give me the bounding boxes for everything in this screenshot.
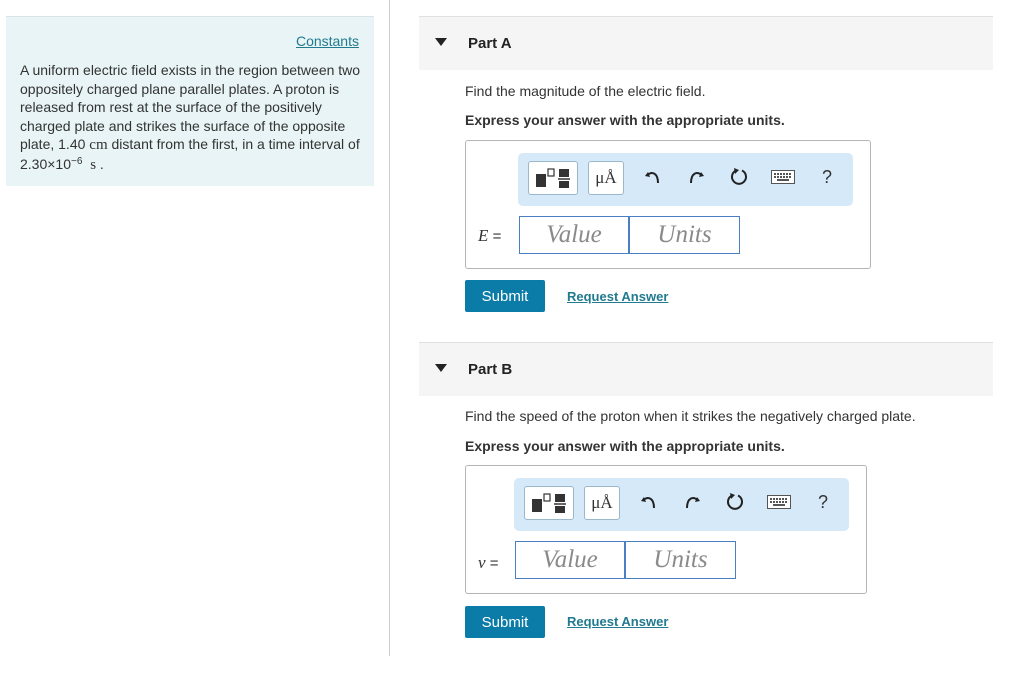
equals-sign: = [489,555,499,572]
problem-statement: A uniform electric field exists in the r… [20,61,365,174]
part-a-question: Find the magnitude of the electric field… [465,83,706,99]
distance-unit: cm [89,137,108,153]
part-b-section: Part B Find the speed of the proton when… [419,342,993,642]
help-icon[interactable]: ? [808,487,838,517]
part-a-answer-box: μÅ ? E = Value Units [465,140,871,269]
problem-panel: Constants A uniform electric field exist… [6,16,374,186]
templates-icon[interactable] [528,161,578,195]
part-b-request-answer-link[interactable]: Request Answer [567,614,668,629]
part-a-section: Part A Find the magnitude of the electri… [419,16,993,316]
part-b-instruction: Express your answer with the appropriate… [465,438,785,454]
panel-divider [389,0,390,656]
part-b-answer-box: μÅ ? v = Value Units [465,465,867,594]
part-b-question: Find the speed of the proton when it str… [465,408,916,424]
caret-down-icon[interactable] [435,38,447,46]
part-a-variable-label: E = [478,226,501,246]
undo-icon[interactable] [638,162,668,192]
templates-icon[interactable] [524,486,574,520]
part-a-units-input[interactable]: Units [629,216,740,254]
part-b-value-input[interactable]: Value [515,541,625,579]
keyboard-icon[interactable] [768,162,798,192]
part-a-request-answer-link[interactable]: Request Answer [567,289,668,304]
part-b-title: Part B [468,361,513,378]
caret-down-icon[interactable] [435,364,447,372]
redo-icon[interactable] [681,162,711,192]
keyboard-icon[interactable] [764,487,794,517]
time-exponent: −6 [71,155,83,167]
problem-text-end: . [96,155,104,172]
units-icon[interactable]: μÅ [584,486,620,520]
help-icon[interactable]: ? [812,162,842,192]
constants-link[interactable]: Constants [296,33,359,49]
undo-icon[interactable] [634,487,664,517]
part-a-value-input[interactable]: Value [519,216,629,254]
part-b-submit-button[interactable]: Submit [465,606,545,638]
part-b-header[interactable]: Part B [419,342,993,396]
part-b-variable: v [478,553,486,572]
part-a-submit-button[interactable]: Submit [465,280,545,312]
reset-icon[interactable] [720,487,750,517]
equals-sign: = [492,228,502,245]
reset-icon[interactable] [724,162,754,192]
units-icon[interactable]: μÅ [588,161,624,195]
math-toolbar: μÅ ? [518,153,853,206]
redo-icon[interactable] [677,487,707,517]
part-b-variable-label: v = [478,553,498,573]
part-b-units-input[interactable]: Units [625,541,736,579]
math-toolbar: μÅ ? [514,478,849,531]
part-a-variable: E [478,226,489,245]
part-a-instruction: Express your answer with the appropriate… [465,112,785,128]
part-a-header[interactable]: Part A [419,16,993,70]
part-a-title: Part A [468,35,512,52]
